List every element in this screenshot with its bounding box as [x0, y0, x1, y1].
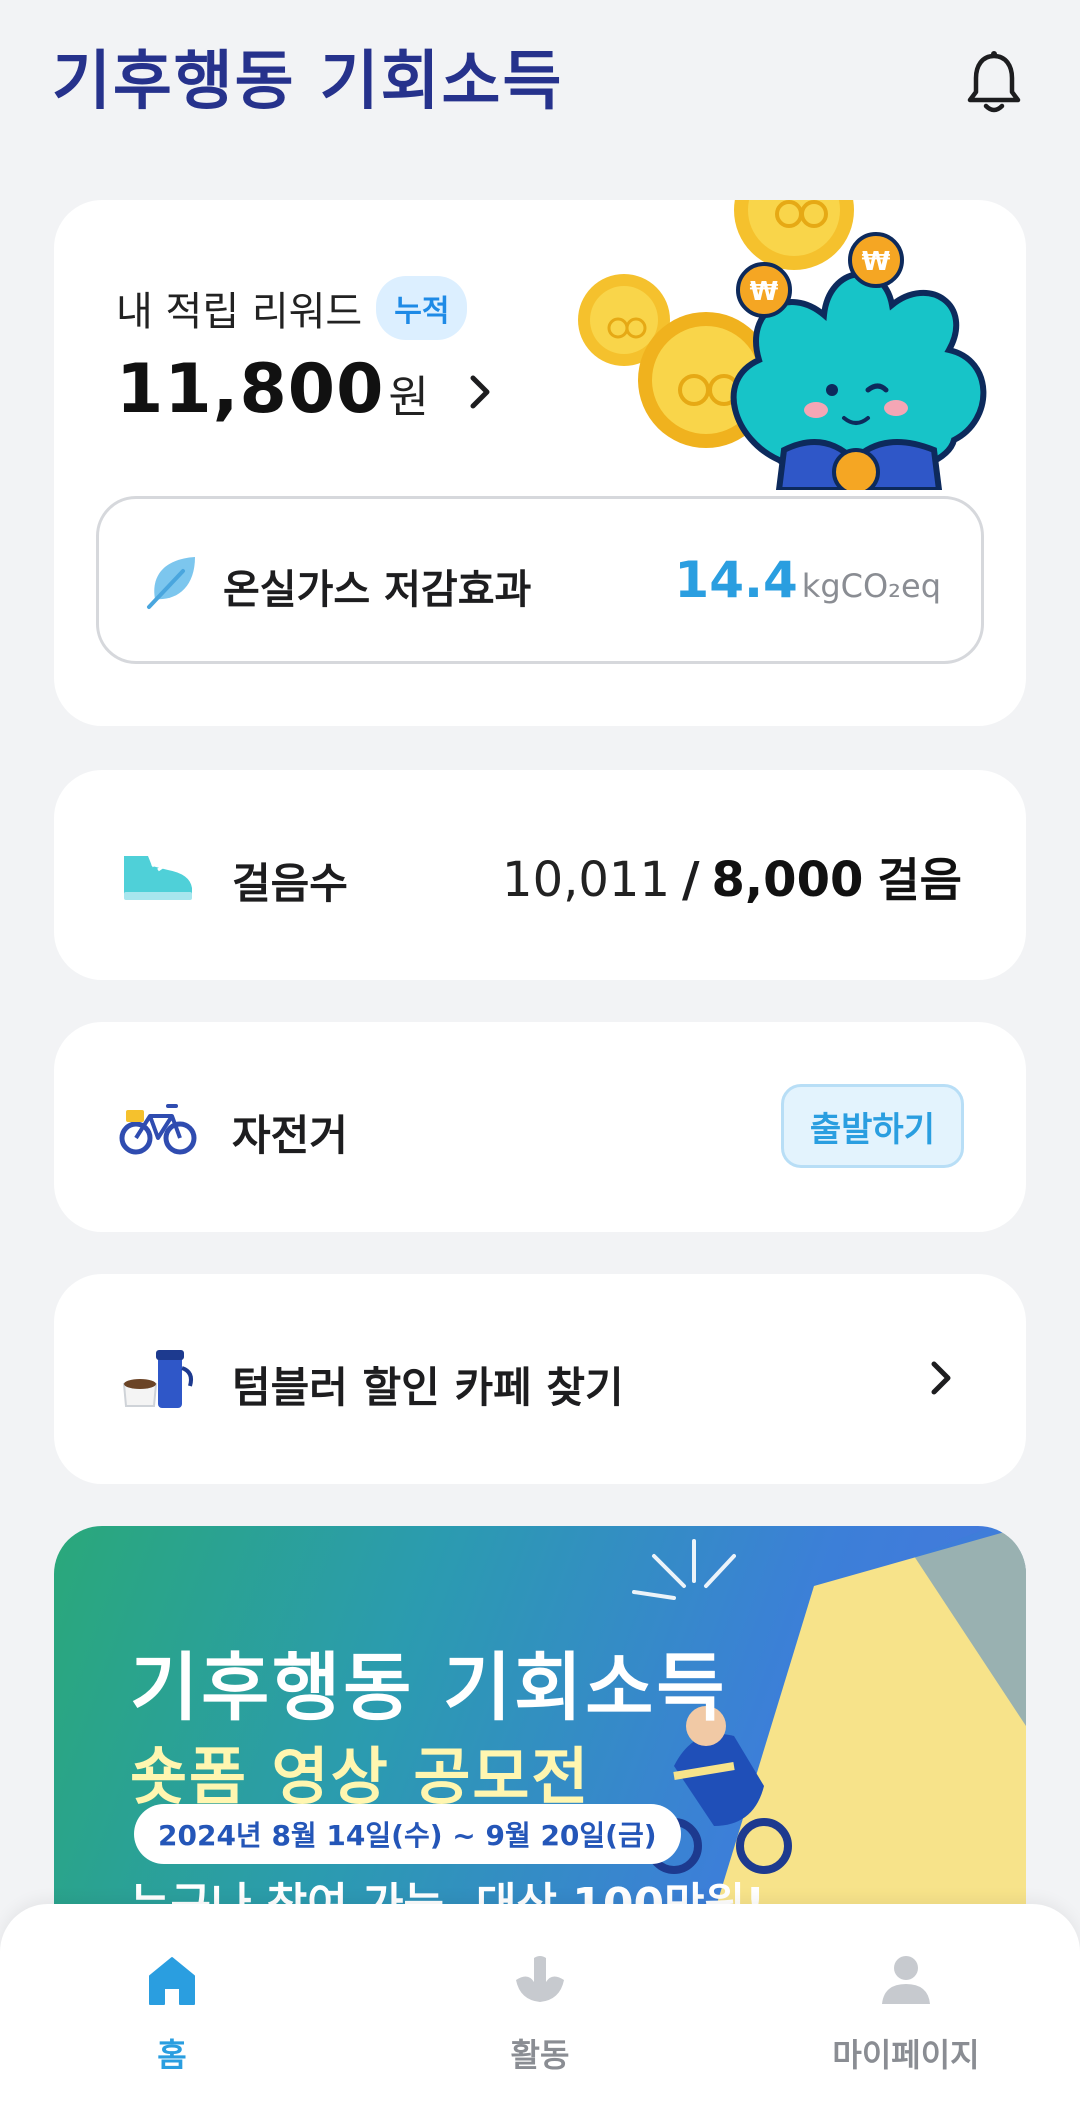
ghg-value: 14.4 [674, 551, 798, 609]
reward-amount-link[interactable]: 11,800 원 [116, 350, 495, 429]
nav-tab-mypage[interactable]: 마이페이지 [806, 1950, 1006, 2076]
nav-tab-home[interactable]: 홈 [72, 1950, 272, 2076]
nav-label-home: 홈 [157, 2036, 187, 2074]
tumbler-icon [122, 1350, 193, 1408]
steps-current: 10,011 [502, 852, 670, 908]
steps-goal: 8,000 [711, 852, 864, 908]
cumulative-badge: 누적 [376, 276, 468, 340]
reward-unit: 원 [388, 372, 429, 423]
chevron-right-icon [470, 375, 490, 409]
bell-icon[interactable] [962, 48, 1026, 118]
reward-amount: 11,800 [116, 350, 385, 429]
banner-subtitle: 숏폼 영상 공모전 [130, 1740, 591, 1813]
reward-title: 내 적립 리워드 [116, 289, 363, 335]
ghg-value-group: 14.4 kgCO₂eq [674, 551, 941, 609]
steps-label: 걸음수 [232, 859, 348, 908]
bicycle-card: 자전거 출발하기 [54, 1022, 1026, 1232]
ghg-reduction-box: 온실가스 저감효과 14.4 kgCO₂eq [96, 496, 984, 664]
shoe-icon [124, 856, 192, 900]
app-screen: 기후행동 기회소득 내 적립 리워드 누적 11,800 원 ₩ ₩ 온실가스 … [0, 0, 1080, 2116]
nav-label-activity: 활동 [510, 2036, 570, 2074]
reward-title-row: 내 적립 리워드 누적 [116, 276, 468, 340]
contest-banner[interactable]: 기후행동 기회소득 숏폼 영상 공모전 2024년 8월 14일(수) ~ 9월… [54, 1526, 1026, 1946]
steps-unit: 걸음 [877, 853, 962, 907]
mascot-coins-illustration: ₩ ₩ [578, 200, 987, 490]
steps-value-group: 10,011 / 8,000 걸음 [502, 844, 962, 910]
nav-label-mypage: 마이페이지 [832, 2036, 980, 2074]
tumbler-cafe-card[interactable]: 텀블러 할인 카페 찾기 [54, 1274, 1026, 1484]
nav-tab-activity[interactable]: 활동 [440, 1950, 640, 2076]
person-icon [882, 1956, 930, 2004]
home-icon [149, 1957, 195, 2005]
reward-card: 내 적립 리워드 누적 11,800 원 ₩ ₩ 온실가스 저감효과 14.4 … [54, 200, 1026, 726]
app-header: 기후행동 기회소득 [0, 0, 1080, 170]
banner-date: 2024년 8월 14일(수) ~ 9월 20일(금) [134, 1804, 681, 1864]
leaf-icon [147, 557, 195, 609]
steps-card[interactable]: 걸음수 10,011 / 8,000 걸음 [54, 770, 1026, 980]
bicycle-icon [119, 1104, 197, 1155]
activity-icon [516, 1956, 564, 2002]
svg-text:₩: ₩ [862, 247, 891, 277]
app-logo: 기후행동 기회소득 [52, 45, 564, 119]
chevron-right-icon [931, 1361, 951, 1395]
banner-title: 기후행동 기회소득 [130, 1645, 728, 1731]
steps-separator: / [682, 852, 700, 908]
svg-text:₩: ₩ [750, 277, 779, 307]
bicycle-label: 자전거 [232, 1111, 348, 1160]
ghg-unit: kgCO₂eq [801, 567, 941, 605]
depart-button[interactable]: 출발하기 [780, 1084, 964, 1168]
bottom-navigation: 홈 활동 마이페이지 [0, 1904, 1080, 2116]
tumbler-label: 텀블러 할인 카페 찾기 [232, 1363, 624, 1412]
ghg-label: 온실가스 저감효과 [223, 567, 532, 613]
